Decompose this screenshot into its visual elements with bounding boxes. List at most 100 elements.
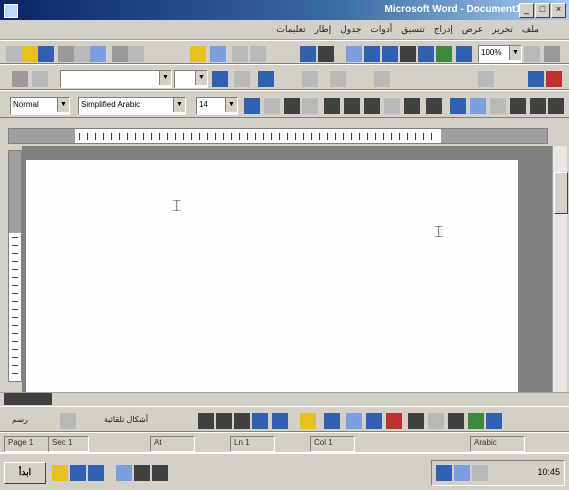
three-d-icon[interactable] bbox=[374, 71, 390, 87]
undo-icon[interactable] bbox=[232, 46, 248, 62]
minimize-button[interactable]: _ bbox=[519, 3, 534, 18]
paste-icon[interactable] bbox=[190, 46, 206, 62]
quicklaunch-explorer-icon[interactable] bbox=[52, 465, 68, 481]
tray-network-icon[interactable] bbox=[436, 465, 452, 481]
tray-language-icon[interactable] bbox=[472, 465, 488, 481]
menu-view[interactable]: عرض bbox=[462, 24, 483, 35]
open-folder-icon[interactable] bbox=[22, 46, 38, 62]
select-objects-icon[interactable] bbox=[60, 413, 76, 429]
numbering-icon[interactable] bbox=[384, 98, 400, 114]
cut-icon[interactable] bbox=[112, 46, 128, 62]
fill-color-draw-icon[interactable] bbox=[346, 413, 362, 429]
three-d-draw-icon[interactable] bbox=[486, 413, 502, 429]
maximize-button[interactable]: □ bbox=[535, 3, 550, 18]
chevron-down-icon[interactable]: ▼ bbox=[195, 71, 207, 85]
web-layout-icon[interactable] bbox=[16, 393, 28, 405]
font-color-select[interactable]: ▼ bbox=[174, 70, 208, 88]
shadow-icon[interactable] bbox=[330, 71, 346, 87]
more-buttons-icon[interactable] bbox=[544, 46, 560, 62]
chevron-down-icon[interactable]: ▼ bbox=[173, 98, 185, 112]
redo-icon[interactable] bbox=[250, 46, 266, 62]
text-box-draw-icon[interactable] bbox=[272, 413, 288, 429]
align-right-icon[interactable] bbox=[302, 98, 318, 114]
outside-border-icon[interactable] bbox=[470, 98, 486, 114]
underline-icon[interactable] bbox=[284, 98, 300, 114]
left-to-right-icon[interactable] bbox=[546, 71, 562, 87]
copy-icon[interactable] bbox=[128, 46, 144, 62]
document-page[interactable]: ⌶ ⌶ bbox=[26, 160, 518, 392]
taskbar-app2-icon[interactable] bbox=[152, 465, 168, 481]
insert-table-icon[interactable] bbox=[346, 46, 362, 62]
help-icon[interactable] bbox=[456, 46, 472, 62]
align-center-icon[interactable] bbox=[324, 98, 340, 114]
highlight-icon[interactable] bbox=[490, 98, 506, 114]
tray-clock[interactable]: 10:45 bbox=[537, 467, 560, 477]
justify-icon[interactable] bbox=[364, 98, 380, 114]
menu-window[interactable]: إطار bbox=[314, 24, 331, 35]
tray-volume-icon[interactable] bbox=[454, 465, 470, 481]
more-format-icon[interactable] bbox=[548, 98, 564, 114]
rectangle-icon[interactable] bbox=[234, 413, 250, 429]
wrap-text-icon[interactable] bbox=[478, 71, 494, 87]
shadow-draw-icon[interactable] bbox=[468, 413, 484, 429]
increase-indent-icon[interactable] bbox=[450, 98, 466, 114]
right-to-left-icon[interactable] bbox=[528, 71, 544, 87]
new-document-icon[interactable] bbox=[6, 46, 22, 62]
horizontal-ruler[interactable] bbox=[8, 128, 548, 144]
wordart-icon[interactable] bbox=[300, 413, 316, 429]
vertical-scrollbar[interactable] bbox=[552, 146, 568, 392]
vertical-ruler[interactable] bbox=[8, 150, 22, 382]
columns-icon[interactable] bbox=[382, 46, 398, 62]
drawing-icon[interactable] bbox=[400, 46, 416, 62]
close-button[interactable]: × bbox=[551, 3, 566, 18]
menu-edit[interactable]: تحرير bbox=[492, 24, 513, 35]
show-hide-icon[interactable] bbox=[436, 46, 452, 62]
hyperlink-icon[interactable] bbox=[300, 46, 316, 62]
clip-art-icon[interactable] bbox=[324, 413, 340, 429]
normal-view-icon[interactable] bbox=[4, 393, 16, 405]
arrow-style-icon[interactable] bbox=[448, 413, 464, 429]
zoom-select[interactable]: 100% ▼ bbox=[478, 45, 522, 63]
font-size-select[interactable]: 14 ▼ bbox=[196, 97, 238, 115]
horizontal-scrollbar[interactable] bbox=[0, 392, 569, 406]
menu-file[interactable]: ملف bbox=[522, 24, 539, 35]
print-icon[interactable] bbox=[58, 46, 74, 62]
quicklaunch-ie-icon[interactable] bbox=[70, 465, 86, 481]
taskbar-app-icon[interactable] bbox=[134, 465, 150, 481]
autoshapes-menu[interactable]: أشكال تلقائية bbox=[104, 415, 148, 424]
menu-table[interactable]: جدول bbox=[340, 24, 361, 35]
office-assistant-icon[interactable] bbox=[524, 46, 540, 62]
font-select[interactable]: Simplified Arabic ▼ bbox=[78, 97, 186, 115]
menu-tools[interactable]: أدوات bbox=[370, 24, 392, 35]
insert-picture-icon[interactable] bbox=[212, 71, 228, 87]
scroll-thumb[interactable] bbox=[554, 172, 568, 214]
chevron-down-icon[interactable]: ▼ bbox=[509, 46, 521, 60]
tables-borders-icon[interactable] bbox=[318, 46, 334, 62]
text-direction-icon[interactable] bbox=[530, 98, 546, 114]
print-layout-icon[interactable] bbox=[28, 393, 40, 405]
format-painter-icon[interactable] bbox=[210, 46, 226, 62]
bold-icon[interactable] bbox=[244, 98, 260, 114]
taskbar-word-icon[interactable] bbox=[116, 465, 132, 481]
print-preview-icon[interactable] bbox=[74, 46, 90, 62]
menu-insert[interactable]: إدراج bbox=[434, 24, 453, 35]
chevron-down-icon[interactable]: ▼ bbox=[57, 98, 69, 112]
draw-menu[interactable]: رسم bbox=[12, 415, 28, 424]
document-map-icon[interactable] bbox=[418, 46, 434, 62]
style-select[interactable]: Normal ▼ bbox=[10, 97, 70, 115]
decrease-indent-icon[interactable] bbox=[426, 98, 442, 114]
start-button[interactable]: ابدأ bbox=[4, 462, 46, 484]
spelling-icon[interactable] bbox=[90, 46, 106, 62]
bullets-icon[interactable] bbox=[404, 98, 420, 114]
outline-view-icon[interactable] bbox=[40, 393, 52, 405]
line-style-icon[interactable] bbox=[302, 71, 318, 87]
menu-help[interactable]: تعليمات bbox=[276, 24, 305, 35]
chevron-down-icon[interactable]: ▼ bbox=[225, 98, 237, 112]
style-gallery-icon[interactable] bbox=[32, 71, 48, 87]
quicklaunch-desktop-icon[interactable] bbox=[88, 465, 104, 481]
outline-level-select[interactable]: ▼ bbox=[60, 70, 172, 88]
word-app-icon[interactable] bbox=[4, 4, 18, 18]
oval-icon[interactable] bbox=[252, 413, 268, 429]
menu-format[interactable]: تنسيق bbox=[401, 24, 424, 35]
line-style-draw-icon[interactable] bbox=[408, 413, 424, 429]
